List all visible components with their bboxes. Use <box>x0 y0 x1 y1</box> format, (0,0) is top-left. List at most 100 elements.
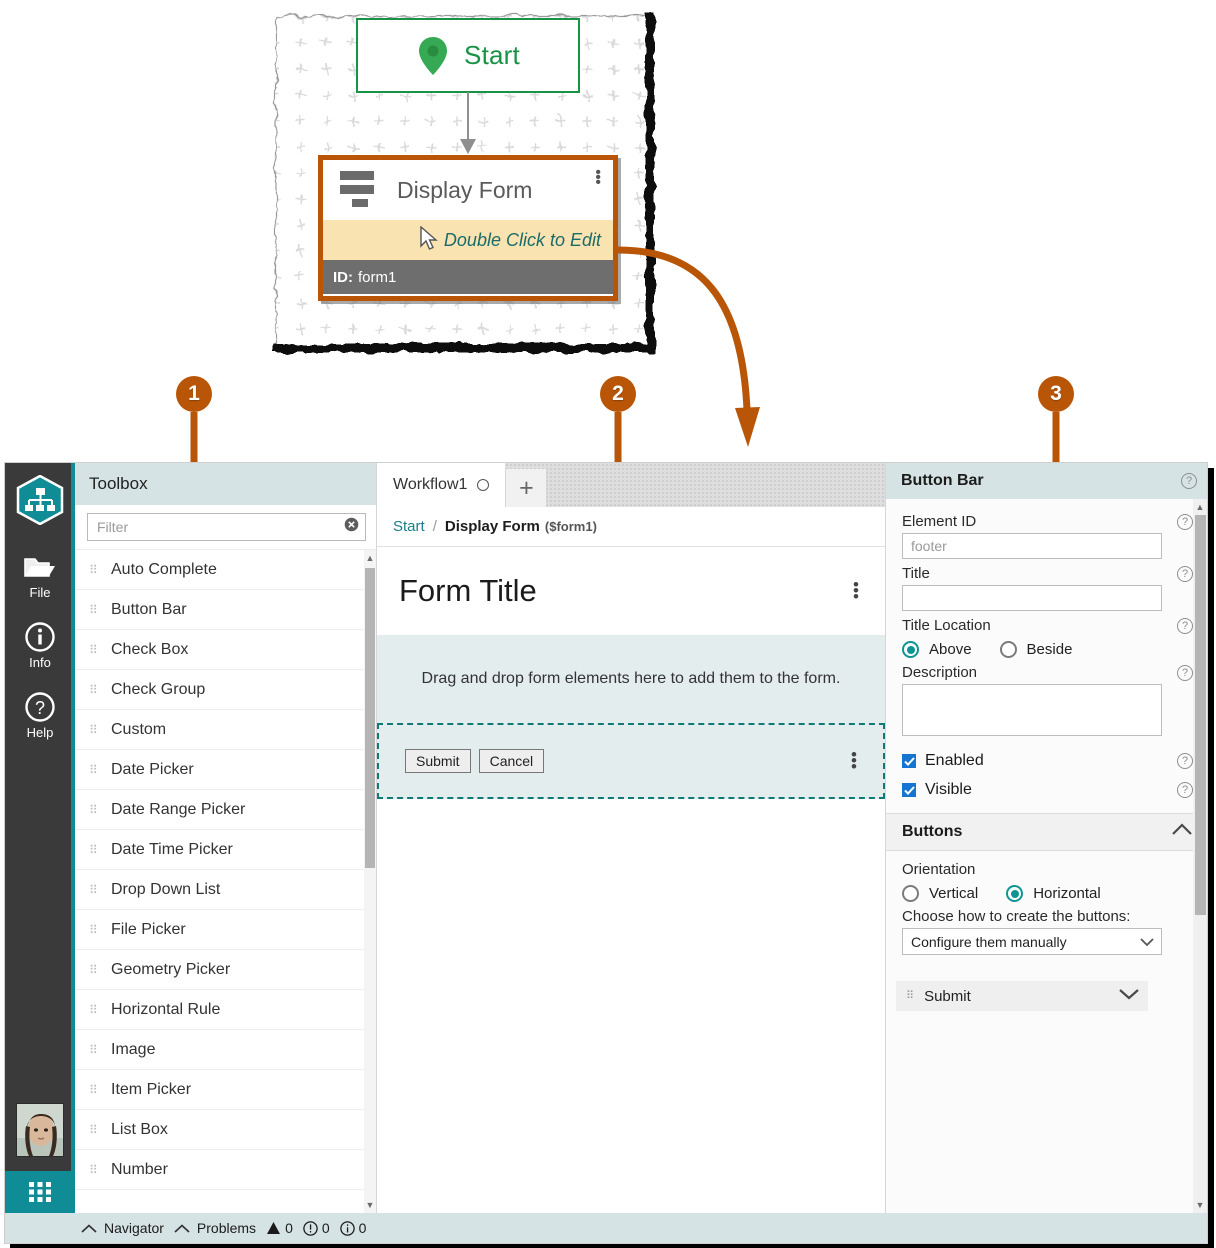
form-drop-zone[interactable]: Drag and drop form elements here to add … <box>377 635 885 723</box>
toolbox-list[interactable]: ⠿ Auto Complete ⠿ Button Bar ⠿ Check Box ⠿ Chec… <box>75 549 376 1213</box>
toolbox-item[interactable]: ⠿ Date Time Picker <box>75 830 376 870</box>
drag-handle-icon[interactable]: ⠿ <box>906 990 915 1001</box>
rail-item-help[interactable]: ? Help <box>21 690 59 740</box>
title-location-beside-radio[interactable] <box>999 641 1017 658</box>
toolbox-item[interactable]: ⠿ Check Box <box>75 630 376 670</box>
visible-help-icon[interactable]: ? <box>1177 782 1193 798</box>
visible-checkbox[interactable] <box>902 783 916 797</box>
button-list-item-submit[interactable]: ⠿ Submit <box>896 981 1148 1011</box>
form-title-kebab-icon[interactable]: • • • <box>853 576 859 605</box>
toolbox-item[interactable]: ⠿ Custom <box>75 710 376 750</box>
orientation-vertical-radio[interactable] <box>902 885 919 902</box>
toolbox-scroll-down-icon[interactable]: ▼ <box>364 1197 376 1213</box>
status-error-count[interactable]: 0 <box>303 1220 330 1236</box>
title-location-help-icon[interactable]: ? <box>1177 617 1193 634</box>
properties-scrollbar[interactable]: ▲ ▼ <box>1193 499 1207 1213</box>
drag-handle-icon[interactable]: ⠿ <box>89 804 105 816</box>
start-node[interactable]: Start <box>356 18 580 93</box>
drag-handle-icon[interactable]: ⠿ <box>89 1124 105 1136</box>
orientation-horizontal-radio[interactable] <box>1006 885 1024 902</box>
properties-scroll-up-icon[interactable]: ▲ <box>1193 499 1207 515</box>
status-info-count[interactable]: 0 <box>339 1220 366 1236</box>
description-help-icon[interactable]: ? <box>1177 664 1193 681</box>
tab-workflow1[interactable]: Workflow1 <box>377 463 506 507</box>
drag-handle-icon[interactable]: ⠿ <box>89 1004 105 1016</box>
properties-header-help-icon[interactable]: ? <box>1181 473 1197 489</box>
drag-handle-icon[interactable]: ⠿ <box>89 1044 105 1056</box>
title-help-icon[interactable]: ? <box>1177 565 1193 582</box>
toolbox-item[interactable]: ⠿ Horizontal Rule <box>75 990 376 1030</box>
description-textarea[interactable] <box>902 684 1162 736</box>
toolbox-item-label: List Box <box>111 1120 168 1138</box>
drag-handle-icon[interactable]: ⠿ <box>89 844 105 856</box>
status-warning-count[interactable]: 0 <box>266 1220 293 1236</box>
toolbox-item[interactable]: ⠿ Button Bar <box>75 590 376 630</box>
button-bar-kebab-icon[interactable]: • • • <box>851 746 857 775</box>
form-cancel-button[interactable]: Cancel <box>478 749 545 773</box>
properties-scroll-area[interactable]: Element ID ? Title ? Title Location ? <box>886 499 1207 1213</box>
drag-handle-icon[interactable]: ⠿ <box>89 964 105 976</box>
toolbox-scroll-thumb[interactable] <box>365 568 375 868</box>
rail-item-file[interactable]: File <box>21 550 59 600</box>
element-id-help-icon[interactable]: ? <box>1177 513 1193 530</box>
toolbox-item[interactable]: ⠿ Check Group <box>75 670 376 710</box>
toolbox-item[interactable]: ⠿ Number <box>75 1150 376 1190</box>
toolbox-item[interactable]: ⠿ File Picker <box>75 910 376 950</box>
chevron-up-icon[interactable] <box>1171 823 1193 841</box>
drag-handle-icon[interactable]: ⠿ <box>89 764 105 776</box>
breadcrumb-current: Display Form <box>444 518 540 535</box>
toolbox-scroll-up-icon[interactable]: ▲ <box>364 550 376 566</box>
clear-circle-icon[interactable] <box>344 517 359 537</box>
form-title-row[interactable]: Form Title • • • <box>377 547 885 635</box>
drag-handle-icon[interactable]: ⠿ <box>89 604 105 616</box>
rail-item-info[interactable]: Info <box>21 620 59 670</box>
properties-scroll-down-icon[interactable]: ▼ <box>1193 1197 1207 1213</box>
buttons-group-header[interactable]: Buttons <box>886 813 1207 851</box>
toolbox-item[interactable]: ⠿ Auto Complete <box>75 550 376 590</box>
breadcrumb-start[interactable]: Start <box>393 518 425 535</box>
display-form-node-kebab-icon[interactable]: • • • <box>595 165 601 191</box>
toolbox-item[interactable]: ⠿ Date Picker <box>75 750 376 790</box>
enabled-checkbox[interactable] <box>902 754 916 768</box>
drag-handle-icon[interactable]: ⠿ <box>89 1084 105 1096</box>
toolbox-item[interactable]: ⠿ Drop Down List <box>75 870 376 910</box>
circle-outline-icon[interactable] <box>477 479 490 491</box>
drag-handle-icon[interactable]: ⠿ <box>89 884 105 896</box>
title-input[interactable] <box>902 585 1162 611</box>
toolbox-filter-input[interactable] <box>97 519 344 535</box>
drag-handle-icon[interactable]: ⠿ <box>89 924 105 936</box>
toolbox-scrollbar[interactable]: ▲ ▼ <box>364 550 376 1213</box>
toolbox-item[interactable]: ⠿ Image <box>75 1030 376 1070</box>
drag-handle-icon[interactable]: ⠿ <box>89 644 105 656</box>
drag-handle-icon[interactable]: ⠿ <box>89 684 105 696</box>
new-tab-button[interactable]: + <box>505 469 548 507</box>
button-bar-element[interactable]: Submit Cancel • • • <box>377 723 885 799</box>
drag-handle-icon[interactable]: ⠿ <box>89 564 105 576</box>
toolbox-item[interactable]: ⠿ Date Range Picker <box>75 790 376 830</box>
element-id-input[interactable] <box>902 533 1162 559</box>
display-form-node[interactable]: Display Form • • • Double Click to Edit ID… <box>318 155 618 301</box>
status-navigator[interactable]: Navigator <box>81 1220 164 1236</box>
display-form-edit-hint-bar[interactable]: Double Click to Edit <box>323 220 613 260</box>
title-location-label: Title Location <box>902 617 991 634</box>
drag-handle-icon[interactable]: ⠿ <box>89 724 105 736</box>
app-logo-icon[interactable] <box>16 474 64 530</box>
title-location-above-radio[interactable] <box>902 641 919 658</box>
chevron-down-icon[interactable] <box>1139 934 1155 950</box>
drag-handle-icon[interactable]: ⠿ <box>89 1164 105 1176</box>
toolbox-item[interactable]: ⠿ Item Picker <box>75 1070 376 1110</box>
status-problems[interactable]: Problems <box>174 1220 256 1236</box>
toolbox-item[interactable]: ⠿ Geometry Picker <box>75 950 376 990</box>
enabled-help-icon[interactable]: ? <box>1177 753 1193 769</box>
rail-item-file-label: File <box>29 585 51 600</box>
create-buttons-select[interactable]: Configure them manually <box>902 928 1162 955</box>
user-avatar[interactable] <box>16 1103 64 1157</box>
app-grid-icon[interactable] <box>5 1171 75 1213</box>
form-submit-button[interactable]: Submit <box>405 749 471 773</box>
form-canvas[interactable]: Form Title • • • Drag and drop form elemen… <box>377 547 885 1213</box>
properties-scroll-thumb[interactable] <box>1195 515 1206 915</box>
button-list-item-chevron-down-icon[interactable] <box>1118 987 1140 1005</box>
toolbox-item[interactable]: ⠿ List Box <box>75 1110 376 1150</box>
toolbox-filter[interactable] <box>87 513 366 541</box>
enabled-label: Enabled <box>925 752 984 769</box>
